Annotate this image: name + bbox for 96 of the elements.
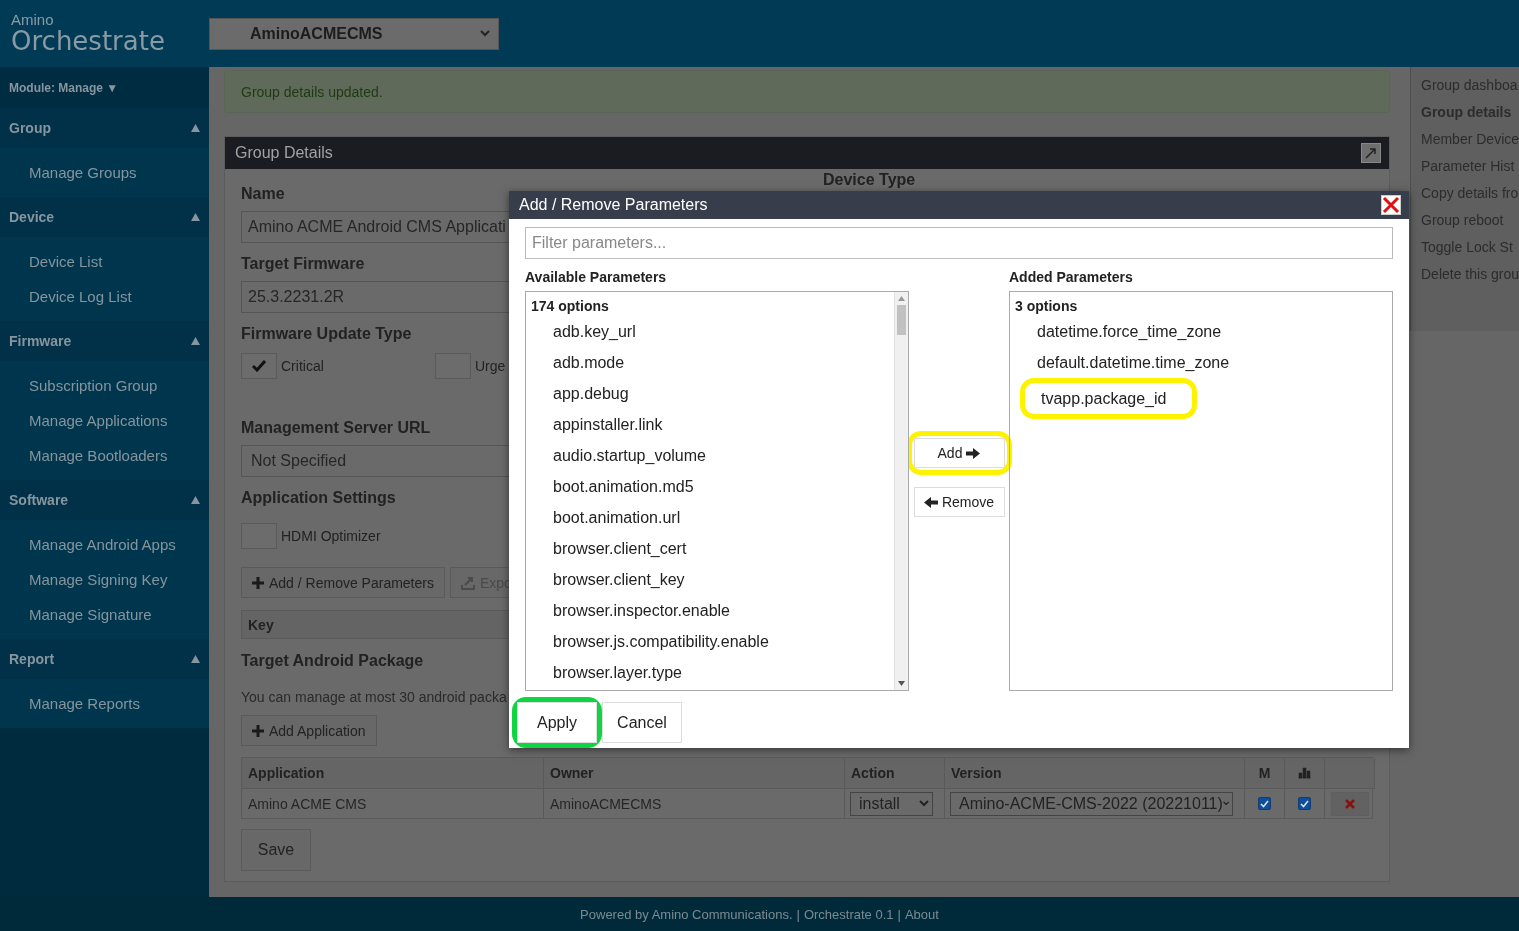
apply-button[interactable]: Apply	[517, 702, 597, 743]
section-heading: Target Android Package	[241, 651, 424, 671]
list-option[interactable]: default.datetime.time_zone	[1015, 347, 1392, 378]
export-icon	[460, 575, 475, 590]
collapse-arrow-icon	[191, 124, 200, 132]
list-option[interactable]: boot.animation.md5	[531, 471, 894, 502]
sidebar-item[interactable]: Subscription Group	[0, 368, 209, 403]
added-list[interactable]: 3 options datetime.force_time_zone default.datetime.time_zone tvapp.package_id	[1009, 291, 1393, 691]
option-count: 3 options	[1015, 298, 1079, 314]
column-header: Application	[242, 758, 544, 789]
scroll-up-arrow-icon[interactable]	[898, 296, 905, 301]
caret-icon	[919, 800, 929, 807]
version-select[interactable]: Amino-ACME-CMS-2022 (20221011)	[950, 791, 1233, 816]
list-option[interactable]: browser.client_cert	[531, 533, 894, 564]
add-application-button[interactable]: Add Application	[241, 715, 377, 746]
list-label: Added Parameters	[1009, 268, 1134, 285]
footer-link[interactable]: About	[904, 906, 939, 922]
diagonal-arrow-icon	[1365, 147, 1377, 159]
list-option[interactable]: browser.client_key	[531, 564, 894, 595]
add-remove-parameters-button[interactable]: Add / Remove Parameters	[241, 567, 445, 598]
collapse-arrow-icon	[191, 337, 200, 345]
column-header: Version	[945, 758, 1245, 789]
checkbox[interactable]	[241, 353, 277, 379]
table-cell: AminoACMECMS	[544, 789, 845, 818]
list-option[interactable]: datetime.force_time_zone	[1015, 316, 1392, 347]
list-label: Available Parameters	[525, 268, 668, 285]
checkbox-label: Urge	[475, 358, 506, 374]
collapse-arrow-icon	[191, 496, 200, 504]
field-label: Device Type	[823, 171, 916, 189]
list-option[interactable]: boot.animation.url	[531, 502, 894, 533]
sidebar-section-header[interactable]: Software	[0, 480, 209, 520]
panel-title: Group Details	[235, 144, 333, 162]
sidebar-section-header[interactable]: Report	[0, 639, 209, 679]
caret-icon	[1222, 800, 1229, 807]
available-list[interactable]	[525, 291, 909, 691]
list-option[interactable]: audio.startup_volume	[531, 440, 894, 471]
collapse-arrow-icon	[191, 655, 200, 663]
add-button[interactable]: Add	[913, 438, 1005, 468]
footer-link[interactable]: Powered by Amino Communications.	[580, 906, 793, 922]
checkbox[interactable]	[1298, 797, 1311, 810]
list-option[interactable]: tvapp.package_id	[1025, 383, 1193, 414]
checkbox-label: HDMI Optimizer	[281, 528, 381, 544]
list-option[interactable]: appinstaller.link	[531, 409, 894, 440]
dialog-title: Add / Remove Parameters	[519, 196, 708, 214]
field-label: Target Firmware	[241, 254, 365, 274]
sidebar-item[interactable]: Manage Signing Key	[0, 562, 209, 597]
column-header: Action	[845, 758, 945, 789]
plus-icon	[252, 576, 264, 589]
save-button[interactable]: Save	[241, 829, 311, 871]
scrollbar[interactable]	[894, 292, 908, 690]
field-label: Management Server URL	[241, 418, 431, 438]
remove-button[interactable]: Remove	[913, 487, 1005, 517]
action-select[interactable]: install	[850, 791, 933, 816]
sidebar-section-header[interactable]: Device	[0, 197, 209, 237]
list-option[interactable]: app.debug	[531, 378, 894, 409]
sidebar-section-header[interactable]: Firmware	[0, 321, 209, 361]
section-heading: Application Settings	[241, 488, 396, 508]
cancel-button[interactable]: Cancel	[602, 702, 682, 743]
column-header: M	[1245, 758, 1285, 789]
sidebar-item[interactable]: Manage Bootloaders	[0, 438, 209, 473]
table-cell: Amino ACME CMS	[242, 789, 544, 818]
collapse-arrow-icon	[191, 213, 200, 221]
logo[interactable]: Amino Orchestrate	[0, 12, 209, 55]
list-option[interactable]: adb.mode	[531, 347, 894, 378]
field-label: Firmware Update Type	[241, 324, 412, 344]
sidebar-item[interactable]: Manage Applications	[0, 403, 209, 438]
sidebar-item[interactable]: Device List	[0, 244, 209, 279]
separator: |	[796, 906, 800, 922]
expand-button[interactable]	[1361, 143, 1381, 163]
sidebar-item[interactable]: Manage Android Apps	[0, 527, 209, 562]
right-arrow-icon	[966, 447, 981, 459]
checkmark-icon	[252, 360, 266, 372]
plus-icon	[252, 724, 264, 737]
list-option[interactable]: browser.layer.type	[531, 657, 894, 688]
column-header: Owner	[544, 758, 845, 789]
package-note: You can manage at most 30 android packa	[241, 689, 508, 705]
sidebar-item[interactable]: Device Log List	[0, 279, 209, 314]
footer-link[interactable]: Orchestrate 0.1	[803, 906, 894, 922]
sidebar-item[interactable]: Manage Signature	[0, 597, 209, 632]
scrollbar-thumb[interactable]	[897, 305, 906, 335]
filter-field[interactable]: Filter parameters...	[525, 227, 1393, 259]
left-arrow-icon	[923, 496, 938, 508]
field-label: Name	[241, 184, 285, 204]
option-count: 174 options	[531, 298, 610, 314]
caret-icon	[480, 30, 490, 37]
checkbox[interactable]	[1258, 797, 1271, 810]
account-select[interactable]: AminoACMECMS	[209, 17, 499, 50]
checkbox-label: Critical	[281, 358, 324, 374]
close-icon[interactable]	[1381, 195, 1401, 215]
close-icon	[1345, 798, 1355, 809]
separator: |	[897, 906, 901, 922]
scroll-down-arrow-icon[interactable]	[898, 681, 905, 686]
sidebar-section-header[interactable]: Group	[0, 108, 209, 148]
list-option[interactable]: adb.key_url	[531, 316, 894, 347]
success-alert: Group details updated.	[224, 70, 1390, 113]
bar-chart-icon	[1298, 767, 1311, 779]
